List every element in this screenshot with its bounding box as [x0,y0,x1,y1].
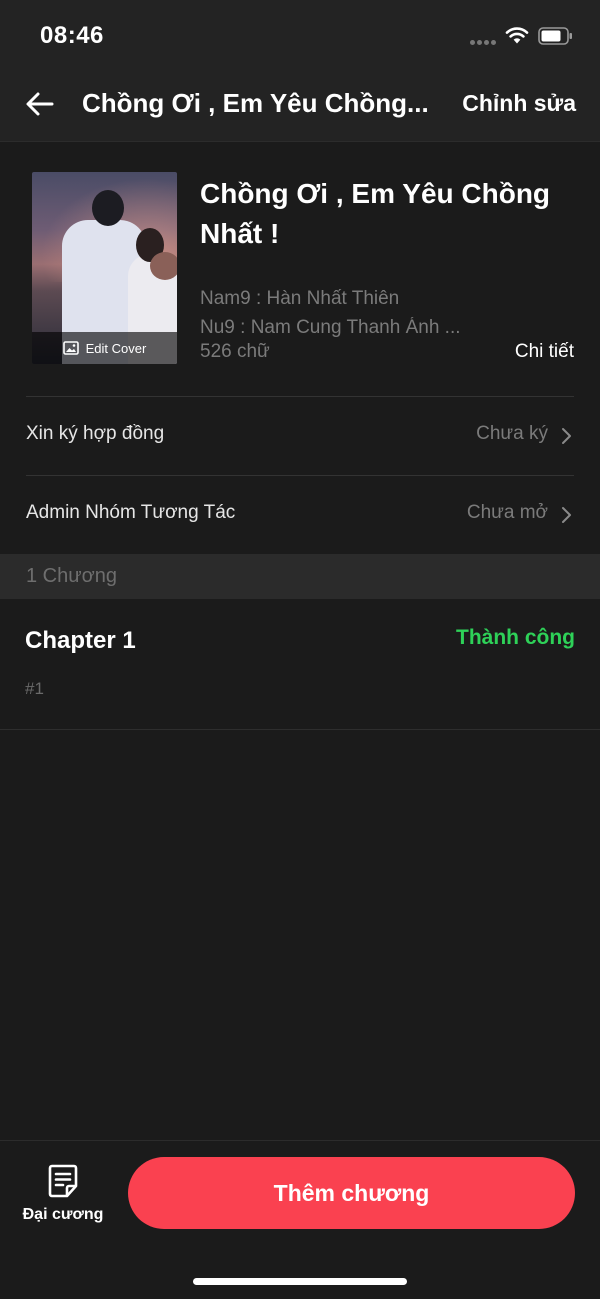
contract-status: Chưa ký [476,423,548,444]
chapter-title: Chapter 1 [25,627,136,654]
admin-group-status: Chưa mở [466,502,548,523]
image-icon [62,341,79,355]
page-title: Chồng Ơi , Em Yêu Chồng... [82,88,429,118]
detail-link[interactable]: Chi tiết [515,341,574,363]
outline-button[interactable]: Đại cương [18,1161,108,1231]
chapter-item[interactable]: Chapter 1 Thành công #1 [0,599,600,730]
contract-label: Xin ký hợp đồng [26,423,165,444]
edit-cover-button[interactable]: Edit Cover [32,332,177,364]
back-arrow-icon[interactable] [22,86,58,122]
book-cover[interactable]: Edit Cover [32,172,177,364]
admin-group-label: Admin Nhóm Tương Tác [26,502,236,523]
female-lead: Nu9 : Nam Cung Thanh Ánh ... [200,317,461,338]
document-icon [48,1164,78,1198]
book-detail-screen: 08:46 Chồng Ơi , Em Yêu Chồng... Chỉnh s… [0,0,600,1299]
book-title: Chồng Ơi , Em Yêu Chồng Nhất ! [200,178,551,249]
chevron-right-icon [562,428,571,444]
signal-icon [470,40,498,46]
wifi-icon [505,27,529,44]
header: 08:46 Chồng Ơi , Em Yêu Chồng... Chỉnh s… [0,0,600,142]
edit-button[interactable]: Chỉnh sửa [462,90,576,117]
edit-cover-label: Edit Cover [85,340,147,356]
chapter-count: 1 Chương [26,565,117,587]
add-chapter-label: Thêm chương [273,1179,430,1206]
chapter-status-badge: Thành công [456,626,575,649]
chevron-right-icon [562,507,571,523]
admin-group-row[interactable]: Admin Nhóm Tương Tác Chưa mở [0,476,600,554]
chapter-number: #1 [25,679,44,698]
outline-label: Đại cương [22,1206,104,1223]
word-count: 526 chữ [200,341,270,362]
bottom-bar: Đại cương Thêm chương [0,1140,600,1299]
status-time: 08:46 [40,22,104,49]
home-indicator [193,1278,407,1285]
add-chapter-button[interactable]: Thêm chương [128,1157,575,1229]
chapters-header: 1 Chương [0,554,600,599]
battery-icon [538,27,572,45]
male-lead: Nam9 : Hàn Nhất Thiên [200,288,400,309]
contract-row[interactable]: Xin ký hợp đồng Chưa ký [0,397,600,475]
